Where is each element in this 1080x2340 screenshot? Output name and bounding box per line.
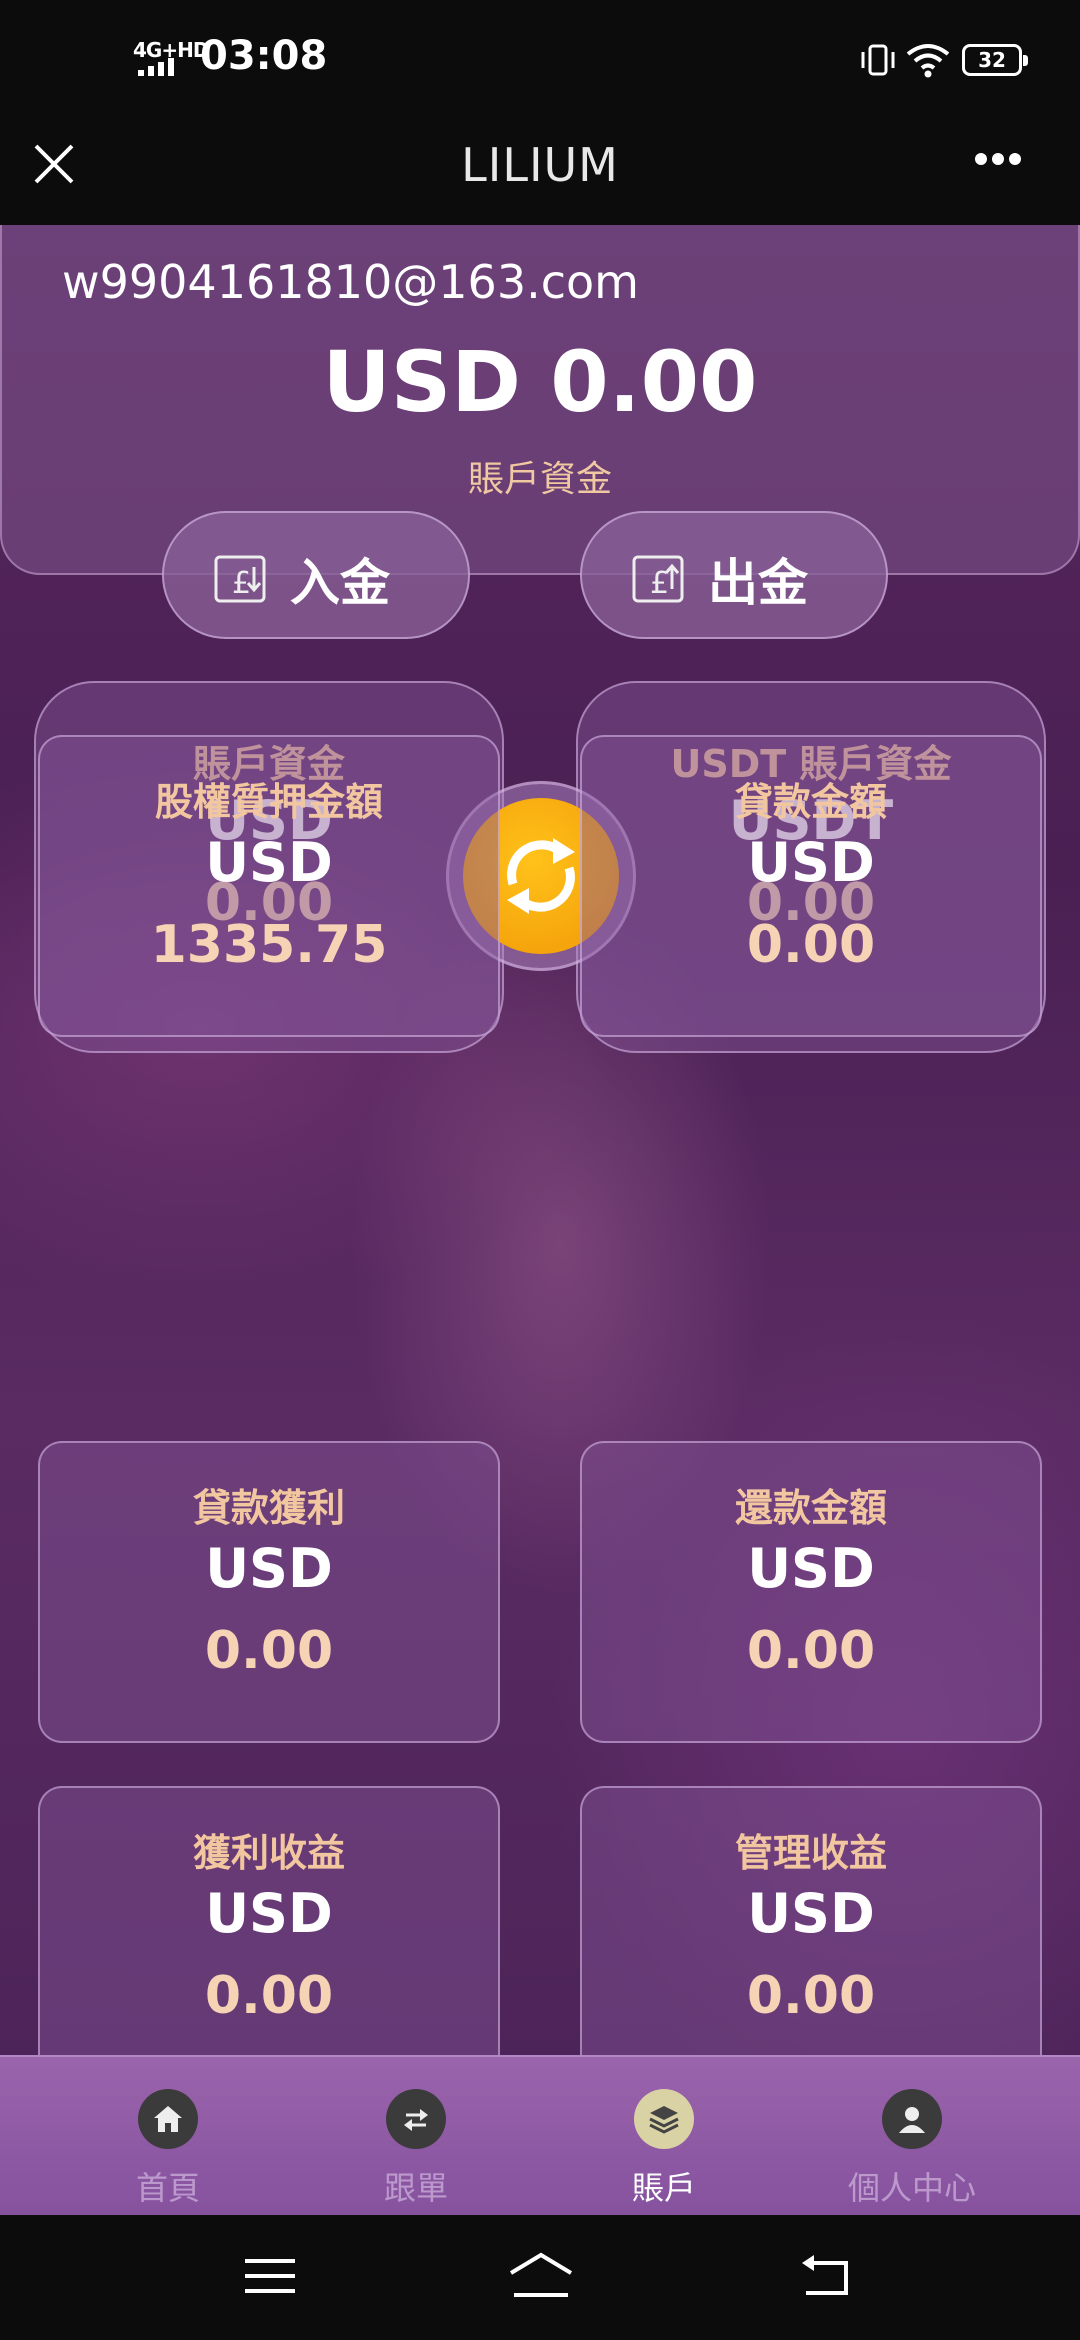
- card-value: 0.00: [746, 915, 876, 975]
- deposit-label: 入金: [290, 554, 390, 612]
- more-options-icon[interactable]: [975, 150, 1035, 180]
- card-value: 0.00: [746, 1621, 876, 1681]
- account-email: w9904161810@163.com: [62, 255, 639, 309]
- withdraw-label: 出金: [708, 554, 808, 612]
- signal-icon: [138, 58, 174, 76]
- account-balance-card: w9904161810@163.com USD 0.00 賬戶資金: [0, 225, 1080, 575]
- app-title: LILIUM: [461, 138, 619, 192]
- user-icon: [899, 2107, 925, 2133]
- card-title: 管理收益: [734, 1831, 887, 1875]
- battery-indicator: 32: [962, 44, 1028, 76]
- wifi-icon: [906, 44, 950, 78]
- status-bar: 4G+HD 03:08 32: [0, 0, 1080, 120]
- home-icon: [154, 2106, 182, 2132]
- home-nav-icon[interactable]: [506, 2251, 576, 2301]
- account-balance-label: 賬戶資金: [467, 459, 612, 500]
- card-title: 獲利收益: [192, 1831, 345, 1875]
- management-income-card[interactable]: 管理收益 USD 0.00: [580, 1786, 1042, 2055]
- swap-icon: [404, 2109, 428, 2131]
- nav-item-copy-trade[interactable]: 跟單: [316, 2077, 516, 2207]
- card-value: 0.00: [204, 1621, 334, 1681]
- vibrate-icon: [861, 44, 895, 76]
- card-value: 0.00: [746, 1966, 876, 2026]
- nav-label: 首頁: [135, 2169, 200, 2207]
- card-currency: USD: [747, 1537, 875, 1600]
- nav-item-profile[interactable]: 個人中心: [812, 2077, 1012, 2207]
- back-icon[interactable]: [796, 2251, 856, 2301]
- deposit-icon: £: [214, 555, 266, 603]
- system-nav-bar: [0, 2215, 1080, 2340]
- card-title: 還款金額: [734, 1486, 887, 1530]
- card-currency: USD: [205, 1882, 333, 1945]
- layers-icon: [649, 2106, 679, 2134]
- card-currency: USD: [205, 831, 333, 894]
- menu-icon[interactable]: [240, 2251, 300, 2301]
- profit-income-card[interactable]: 獲利收益 USD 0.00: [38, 1786, 500, 2055]
- card-value: 1335.75: [150, 915, 388, 975]
- card-title: 股權質押金額: [154, 780, 383, 824]
- deposit-button[interactable]: £ 入金: [162, 511, 470, 639]
- clock: 03:08: [200, 33, 328, 79]
- nav-label: 跟單: [383, 2169, 448, 2207]
- account-content[interactable]: w9904161810@163.com USD 0.00 賬戶資金 £ 入金 £…: [0, 225, 1080, 2055]
- account-balance: USD 0.00: [322, 333, 758, 431]
- withdraw-button[interactable]: £ 出金: [580, 511, 888, 639]
- card-value: 0.00: [204, 1966, 334, 2026]
- nav-label: 賬戶: [631, 2169, 696, 2207]
- loan-amount-card[interactable]: 貸款金額 USD 0.00: [580, 735, 1042, 1037]
- refresh-icon: [507, 838, 575, 914]
- bottom-nav: 首頁 跟單 賬戶 個人中心: [0, 2055, 1080, 2215]
- card-title: 貸款獲利: [192, 1486, 345, 1530]
- card-title: 貸款金額: [734, 780, 887, 824]
- loan-profit-card[interactable]: 貸款獲利 USD 0.00: [38, 1441, 500, 1743]
- title-bar: LILIUM: [0, 120, 1080, 225]
- pledge-amount-card[interactable]: 股權質押金額 USD 1335.75: [38, 735, 500, 1037]
- card-currency: USD: [747, 1882, 875, 1945]
- nav-item-home[interactable]: 首頁: [68, 2077, 268, 2207]
- card-currency: USD: [747, 831, 875, 894]
- nav-item-account[interactable]: 賬戶: [564, 2077, 764, 2207]
- repayment-amount-card[interactable]: 還款金額 USD 0.00: [580, 1441, 1042, 1743]
- nav-label: 個人中心: [847, 2169, 976, 2207]
- withdraw-icon: £: [632, 555, 684, 603]
- card-currency: USD: [205, 1537, 333, 1600]
